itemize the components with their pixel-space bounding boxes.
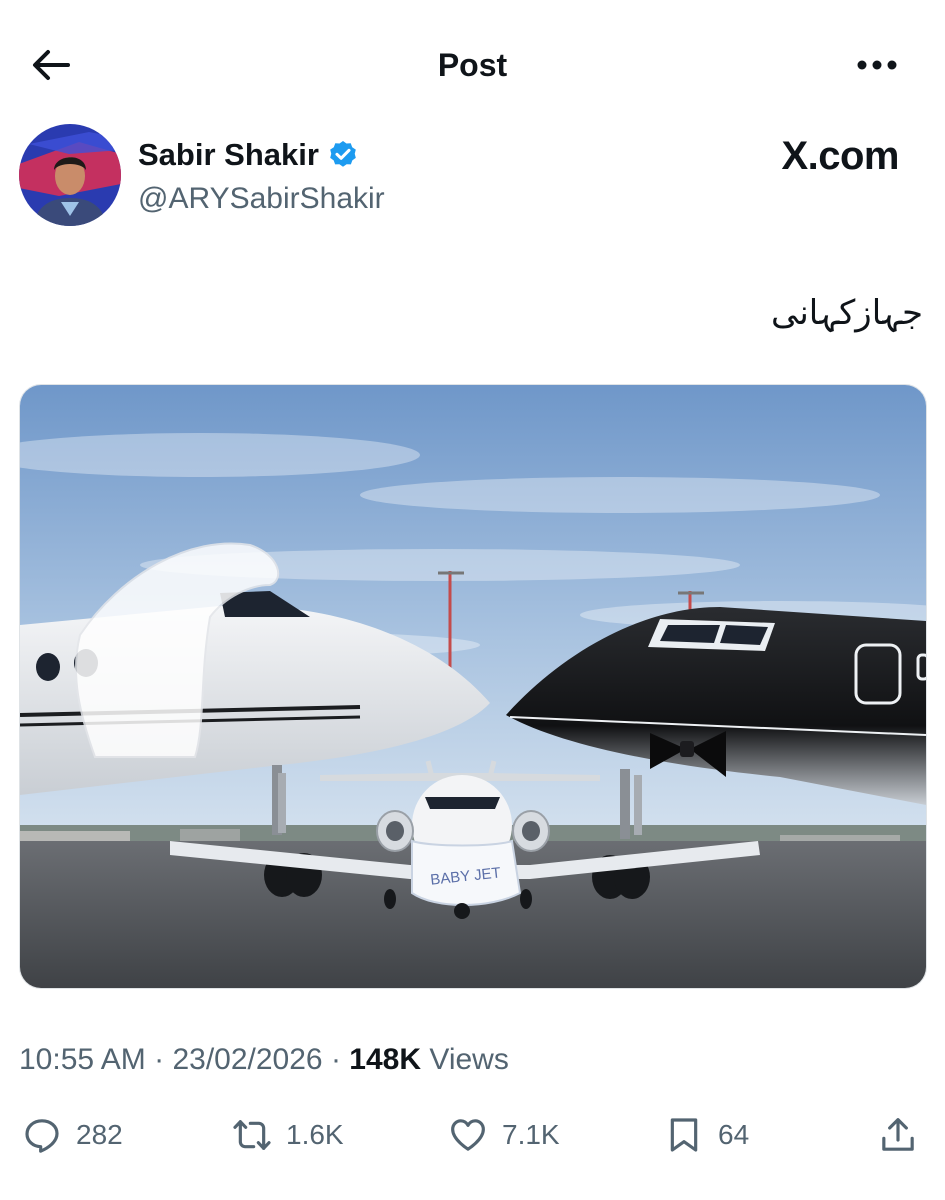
post-media-image[interactable]: BABY JET [19,384,927,989]
author-name-row: Sabir Shakir [138,136,359,174]
like-count: 7.1K [502,1119,560,1150]
xcom-watermark: X.com [781,134,899,178]
bookmark-icon [670,1118,698,1152]
meta-separator: · [330,1043,341,1076]
post-time[interactable]: 10:55 AM [19,1043,146,1076]
meta-separator: · [154,1043,165,1076]
top-bar: Post [0,0,945,128]
heart-icon [451,1119,485,1151]
page-title: Post [437,47,508,83]
repost-count: 1.6K [286,1119,344,1150]
action-bar: 282 1.6K 7.1K 64 [0,1110,945,1160]
share-icon [882,1118,914,1151]
verified-badge-icon [330,141,356,167]
reply-button[interactable]: 282 [22,1110,123,1160]
like-button[interactable]: 7.1K [448,1110,560,1160]
repost-button[interactable]: 1.6K [232,1110,344,1160]
share-button[interactable] [878,1110,918,1160]
post-text: جہازکہانی [771,293,923,333]
bookmark-button[interactable]: 64 [664,1110,749,1160]
author-handle[interactable]: @ARYSabirShakir [138,180,385,218]
views-label: Views [429,1043,509,1076]
more-button[interactable] [852,44,902,86]
post-meta: 10:55 AM · 23/02/2026 · 148K Views [19,1040,509,1080]
avatar[interactable] [19,124,121,226]
more-horizontal-icon [857,60,897,70]
reply-icon [25,1119,59,1153]
views-count: 148K [349,1043,422,1076]
reply-count: 282 [76,1119,123,1150]
post-date[interactable]: 23/02/2026 [172,1043,322,1076]
bookmark-count: 64 [718,1119,750,1150]
author-name[interactable]: Sabir Shakir [138,136,319,174]
repost-icon [233,1120,271,1150]
